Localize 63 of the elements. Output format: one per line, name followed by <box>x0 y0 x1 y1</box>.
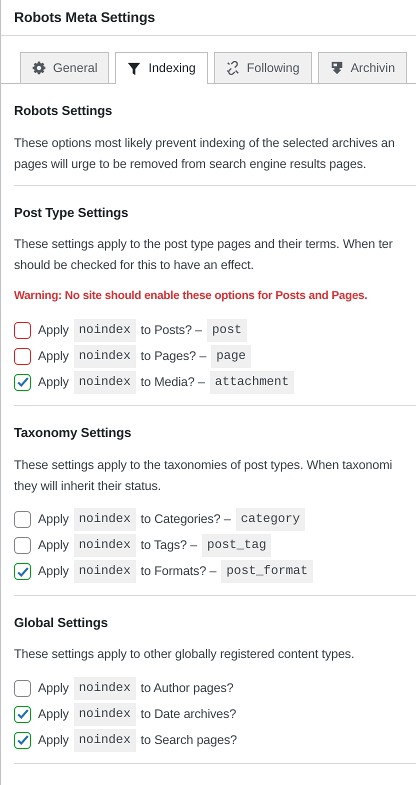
code-text: category <box>236 508 305 532</box>
checkbox[interactable] <box>14 374 31 391</box>
section-heading: Taxonomy Settings <box>14 424 132 442</box>
tab[interactable]: Archivin <box>318 52 408 83</box>
option-label: to Author pages? <box>140 680 234 697</box>
code-text: post_format <box>221 560 313 584</box>
code-text: noindex <box>74 508 136 532</box>
checkbox[interactable] <box>14 680 31 697</box>
option-label: Apply <box>38 537 69 554</box>
warning-text: Warning: No site should enable these options for Posts and Pages. <box>14 289 368 304</box>
option-label: Apply <box>38 732 69 749</box>
checkbox[interactable] <box>14 706 31 723</box>
code-text: post <box>207 318 247 342</box>
filter-icon <box>127 62 142 76</box>
checkbox[interactable] <box>14 322 31 339</box>
option-label: to Tags? – <box>140 537 198 554</box>
checkbox[interactable] <box>14 563 31 580</box>
option-label: Apply <box>38 348 69 365</box>
tab[interactable]: Following <box>214 52 312 83</box>
option-label: Apply <box>38 563 69 580</box>
download-icon <box>330 61 344 75</box>
checkbox[interactable] <box>14 348 31 365</box>
description-text: should be checked for this to have an effect. <box>14 257 255 274</box>
code-text: noindex <box>74 677 136 700</box>
option-label: to Date archives? <box>140 706 236 723</box>
code-text: noindex <box>74 703 136 726</box>
code-text: noindex <box>74 370 136 394</box>
description-text: These options most likely prevent indexing of the selected archives an <box>14 134 396 152</box>
checkbox[interactable] <box>14 511 31 528</box>
option-label: to Media? – <box>140 374 205 391</box>
description-text: they will inherit their status. <box>14 478 162 495</box>
option-label: Apply <box>38 374 69 391</box>
option-label: Apply <box>38 680 69 697</box>
section-heading: Post Type Settings <box>14 204 130 222</box>
code-text: noindex <box>74 560 136 584</box>
code-text: noindex <box>74 534 136 558</box>
checkbox[interactable] <box>14 537 31 554</box>
broken-link-icon <box>226 61 240 75</box>
section-heading: Global Settings <box>14 614 109 632</box>
checkbox[interactable] <box>14 732 31 749</box>
option-label: Apply <box>38 322 69 339</box>
option-label: Apply <box>38 706 69 723</box>
code-text: noindex <box>74 729 136 752</box>
code-text: post_tag <box>202 534 272 558</box>
code-text: noindex <box>74 318 136 342</box>
tab[interactable]: Indexing <box>115 52 208 84</box>
option-label: to Search pages? <box>140 732 237 749</box>
code-text: attachment <box>210 370 294 394</box>
description-text: These settings apply to the taxonomies of post types. When taxonomi <box>14 456 394 474</box>
option-label: to Posts? – <box>140 322 202 339</box>
description-text: These settings apply to the post type pages and their terms. When ter <box>14 236 394 254</box>
code-text: page <box>211 344 251 368</box>
tab[interactable]: General <box>20 52 110 83</box>
code-text: noindex <box>74 344 136 368</box>
section-heading: Robots Settings <box>14 102 114 120</box>
option-label: to Pages? – <box>140 348 206 365</box>
option-label: Apply <box>38 511 69 528</box>
description-text: pages will urge to be removed from search engine results pages. <box>14 156 368 173</box>
description-text: These settings apply to other globally registered content types. <box>14 646 356 664</box>
gear-icon <box>32 61 46 75</box>
option-label: to Formats? – <box>140 563 216 580</box>
option-label: to Categories? – <box>140 511 231 528</box>
panel-title: Robots Meta Settings <box>14 8 156 27</box>
